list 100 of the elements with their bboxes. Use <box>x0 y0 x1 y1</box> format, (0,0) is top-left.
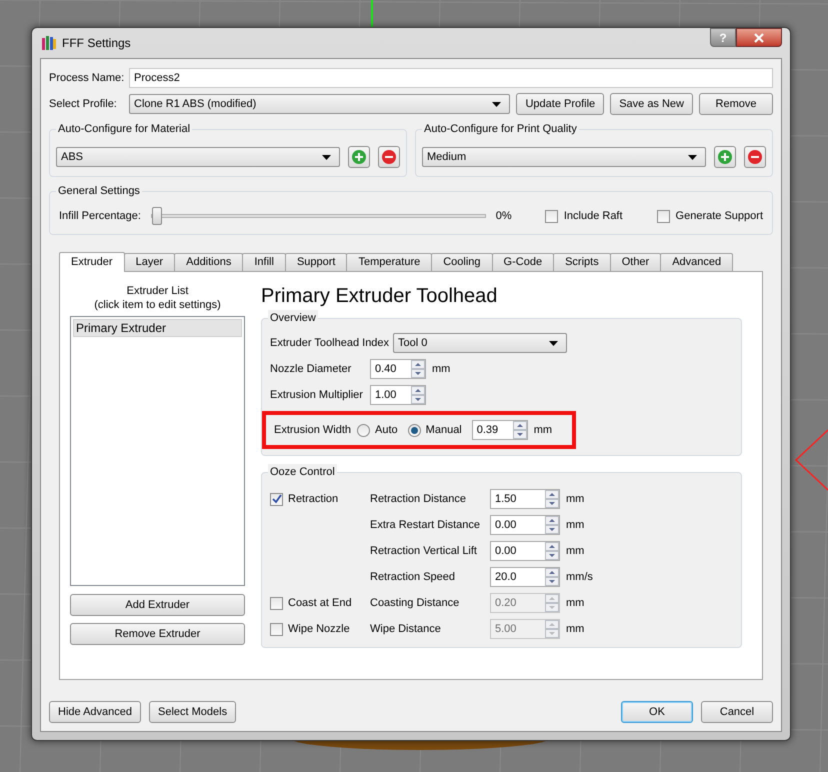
list-title: Extruder List <box>126 284 188 298</box>
settings-tab[interactable]: G-Code <box>492 253 554 271</box>
field-label: Extra Restart Distance <box>370 518 482 533</box>
group-title: Auto-Configure for Material <box>56 121 192 138</box>
group-title: General Settings <box>56 183 142 200</box>
minus-icon <box>382 150 396 164</box>
extruder-list-item[interactable]: Primary Extruder <box>73 319 242 337</box>
spin-arrows-icon <box>512 421 527 439</box>
profile-button[interactable]: Save as New <box>610 93 693 115</box>
field-label: Retraction Speed <box>370 570 456 585</box>
number-field[interactable]: 0.39 <box>472 420 528 440</box>
footer-button[interactable]: Select Models <box>149 701 236 723</box>
number-field[interactable]: 0.00 <box>490 515 560 535</box>
unit-label: mm <box>566 622 584 637</box>
settings-tab[interactable]: Temperature <box>346 253 432 271</box>
profile-button[interactable]: Remove <box>699 93 773 115</box>
slider-handle[interactable] <box>152 207 162 225</box>
app-icon <box>42 35 56 51</box>
field-label: Coasting Distance <box>370 596 460 611</box>
add-button[interactable] <box>348 146 370 168</box>
field-label: Process Name: <box>49 70 123 86</box>
spin-arrows-icon <box>545 568 559 586</box>
field-label: Extruder Toolhead Index <box>270 336 390 351</box>
spin-arrows-icon <box>411 360 425 378</box>
checkbox-label: Wipe Nozzle <box>288 622 350 637</box>
plus-icon <box>718 150 732 164</box>
number-field[interactable]: 0.00 <box>490 541 560 561</box>
field-label: Select Profile: <box>49 96 118 112</box>
radio-button[interactable] <box>408 424 421 436</box>
remove-button[interactable] <box>378 146 400 168</box>
spin-arrows-icon <box>545 594 559 612</box>
dialog-button[interactable]: Cancel <box>701 701 773 723</box>
radio-label: Manual <box>426 422 462 438</box>
settings-tab[interactable]: Additions <box>174 253 244 271</box>
field-label: Extrusion Width <box>274 422 352 438</box>
field-label: Retraction Distance <box>370 492 467 507</box>
caret-down-icon <box>549 340 558 346</box>
radio-button[interactable] <box>357 424 370 436</box>
unit-label: mm/s <box>566 570 593 585</box>
dialog-button[interactable]: OK <box>621 701 693 723</box>
spin-arrows-icon <box>545 490 559 508</box>
checkbox[interactable] <box>656 210 670 222</box>
number-field[interactable]: 1.00 <box>370 385 426 405</box>
settings-tab[interactable]: Extruder <box>59 252 125 272</box>
field-label: Infill Percentage: <box>59 208 141 224</box>
settings-tab[interactable]: Other <box>610 253 662 271</box>
checkbox[interactable] <box>270 492 283 506</box>
field-label: Nozzle Diameter <box>270 362 352 377</box>
spin-arrows-icon <box>545 516 559 534</box>
list-button[interactable]: Add Extruder <box>70 594 245 616</box>
dropdown[interactable]: Clone R1 ABS (modified) <box>129 94 510 114</box>
checkbox-label: Retraction <box>288 492 338 507</box>
remove-button[interactable] <box>744 146 766 168</box>
unit-label: mm <box>566 544 584 559</box>
checkbox-label: Coast at End <box>288 596 352 611</box>
close-button[interactable] <box>736 28 782 47</box>
unit-label: mm <box>566 596 584 611</box>
settings-tab[interactable]: Scripts <box>553 253 611 271</box>
window-title: FFF Settings <box>62 35 131 52</box>
field-label: Wipe Distance <box>370 622 442 637</box>
close-icon <box>754 32 764 42</box>
radio-label: Auto <box>375 422 398 438</box>
profile-button[interactable]: Update Profile <box>516 93 604 115</box>
check-icon <box>272 494 282 504</box>
caret-down-icon <box>322 154 331 160</box>
number-field[interactable]: 1.50 <box>490 489 560 509</box>
settings-tab[interactable]: Infill <box>242 253 286 271</box>
spin-arrows-icon <box>545 620 559 638</box>
number-field[interactable]: 0.40 <box>370 359 426 379</box>
unit-label: mm <box>432 362 450 377</box>
number-field[interactable]: 20.0 <box>490 567 560 587</box>
unit-label: mm <box>534 422 552 438</box>
settings-tab[interactable]: Layer <box>124 253 176 271</box>
field-label: Extrusion Multiplier <box>270 388 364 403</box>
checkbox-label: Include Raft <box>564 208 623 224</box>
process-name-field[interactable]: Process2 <box>129 68 773 88</box>
caret-down-icon <box>492 102 502 106</box>
footer-button[interactable]: Hide Advanced <box>49 701 141 723</box>
spin-arrows-icon <box>545 542 559 560</box>
field-label: Retraction Vertical Lift <box>370 544 478 559</box>
list-button[interactable]: Remove Extruder <box>70 623 245 645</box>
unit-label: mm <box>566 518 584 533</box>
settings-tab[interactable]: Advanced <box>660 253 734 271</box>
plus-icon <box>352 150 366 164</box>
caret-down-icon <box>688 154 697 160</box>
checkbox[interactable] <box>544 210 558 222</box>
minus-icon <box>748 150 762 164</box>
group-title: Auto-Configure for Print Quality <box>422 121 579 138</box>
dropdown[interactable]: Medium <box>422 147 706 167</box>
checkbox-label: Generate Support <box>676 208 763 224</box>
add-button[interactable] <box>714 146 736 168</box>
dropdown[interactable]: ABS <box>56 147 340 167</box>
section-heading: Primary Extruder Toolhead <box>261 284 498 308</box>
settings-tab[interactable]: Support <box>284 253 348 271</box>
settings-tab[interactable]: Cooling <box>431 253 493 271</box>
dropdown[interactable]: Tool 0 <box>393 333 568 353</box>
spin-arrows-icon <box>411 386 425 404</box>
unit-label: mm <box>566 492 584 507</box>
list-subtitle: (click item to edit settings) <box>94 298 221 312</box>
slider-value: 0% <box>496 208 513 224</box>
